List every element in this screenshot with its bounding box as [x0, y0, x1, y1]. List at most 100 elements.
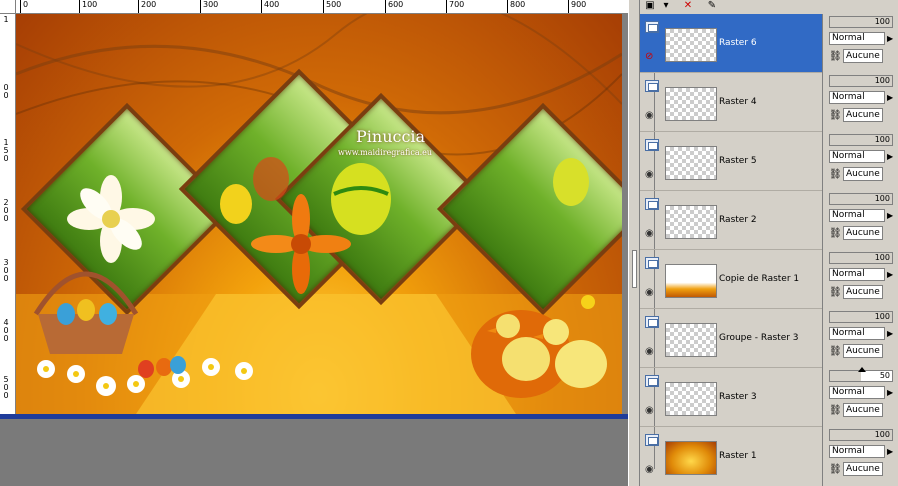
layer-properties-column: 100 Normal ▶ ⛓ Aucune 100 Normal ▶ ⛓ Auc…: [822, 14, 898, 486]
blend-arrow-icon[interactable]: ▶: [887, 447, 893, 456]
blend-mode-select[interactable]: Normal: [829, 209, 885, 222]
layer-name: Raster 3: [719, 392, 757, 402]
ruler-corner: [0, 0, 16, 14]
link-icon[interactable]: ⛓: [829, 51, 842, 63]
link-icon[interactable]: ⛓: [829, 464, 842, 476]
link-icon[interactable]: ⛓: [829, 228, 842, 240]
link-icon[interactable]: ⛓: [829, 287, 842, 299]
opacity-slider[interactable]: 100: [829, 75, 893, 87]
opacity-value: 50: [879, 371, 890, 380]
blend-mode-select[interactable]: Normal: [829, 386, 885, 399]
blend-arrow-icon[interactable]: ▶: [887, 211, 893, 220]
layers-toolbar: ▣ ▾ ✕ ✎: [640, 0, 822, 14]
layer-thumbnail: [665, 382, 717, 416]
splitter-grip[interactable]: [632, 250, 637, 288]
new-layer-icon[interactable]: ▣: [642, 0, 658, 12]
layer-name: Raster 4: [719, 97, 757, 107]
opacity-slider[interactable]: 50: [829, 367, 893, 382]
opacity-slider[interactable]: 100: [829, 193, 893, 205]
blend-mode-select[interactable]: Normal: [829, 91, 885, 104]
ruler-tick: 600: [385, 0, 403, 13]
layer-row-copie-de-raster-1[interactable]: ◉ Copie de Raster 1: [640, 250, 822, 309]
link-icon[interactable]: ⛓: [829, 346, 842, 358]
opacity-slider[interactable]: 100: [829, 252, 893, 264]
layer-name: Copie de Raster 1: [719, 274, 800, 284]
blend-arrow-icon[interactable]: ▶: [887, 388, 893, 397]
layer-name: Raster 1: [719, 451, 757, 461]
blend-mode-select[interactable]: Normal: [829, 445, 885, 458]
mask-field[interactable]: Aucune: [843, 285, 883, 299]
eye-icon[interactable]: ◉: [645, 406, 659, 416]
layer-icon: [645, 139, 659, 151]
white-flower: [67, 175, 155, 263]
eye-icon[interactable]: ◉: [645, 347, 659, 357]
opacity-slider[interactable]: 100: [829, 311, 893, 323]
eye-icon[interactable]: ◉: [645, 465, 659, 475]
link-icon[interactable]: ⛓: [829, 110, 842, 122]
ruler-tick: 100: [79, 0, 97, 13]
ruler-tick: 200: [138, 0, 156, 13]
blend-mode-select[interactable]: Normal: [829, 268, 885, 281]
ruler-tick: 1: [3, 15, 9, 24]
blend-arrow-icon[interactable]: ▶: [887, 329, 893, 338]
layer-name: Raster 5: [719, 156, 757, 166]
layer-name: Raster 2: [719, 215, 757, 225]
opacity-slider[interactable]: 100: [829, 16, 893, 28]
opacity-value: 100: [874, 253, 890, 262]
blend-mode-select[interactable]: Normal: [829, 327, 885, 340]
watermark-url: www.maidiregrafica.eu: [338, 148, 433, 157]
mask-field[interactable]: Aucune: [843, 167, 883, 181]
blend-arrow-icon[interactable]: ▶: [887, 152, 893, 161]
mask-field[interactable]: Aucune: [843, 344, 883, 358]
blend-arrow-icon[interactable]: ▶: [887, 34, 893, 43]
blend-mode-select[interactable]: Normal: [829, 32, 885, 45]
layer-properties-row: 50 Normal ▶ ⛓ Aucune: [823, 367, 898, 427]
ruler-tick: 0 0: [3, 83, 9, 100]
eye-icon[interactable]: ◉: [645, 170, 659, 180]
opacity-slider[interactable]: 100: [829, 134, 893, 146]
layer-row-raster-2[interactable]: ◉ Raster 2: [640, 191, 822, 250]
image-canvas[interactable]: Pinuccia www.maidiregrafica.eu: [16, 14, 622, 414]
layer-properties-row: 100 Normal ▶ ⛓ Aucune: [823, 73, 898, 132]
mask-field[interactable]: Aucune: [843, 226, 883, 240]
eye-icon[interactable]: ◉: [645, 111, 659, 121]
layer-row-raster-5[interactable]: ◉ Raster 5: [640, 132, 822, 191]
layer-row-groupe-raster-3[interactable]: ◉ Groupe - Raster 3: [640, 309, 822, 368]
eye-icon[interactable]: ◉: [645, 229, 659, 239]
opacity-value: 100: [874, 17, 890, 26]
link-icon[interactable]: ⛓: [829, 169, 842, 181]
opacity-value: 100: [874, 312, 890, 321]
properties-icon[interactable]: ✎: [704, 0, 720, 12]
eye-hidden-icon[interactable]: ⊘: [645, 52, 659, 62]
blend-arrow-icon[interactable]: ▶: [887, 270, 893, 279]
canvas-workspace[interactable]: 0 100 200 300 400 500 600 700 800 900 1 …: [0, 0, 628, 486]
opacity-value: 100: [874, 76, 890, 85]
ruler-tick: 3 0 0: [3, 258, 9, 283]
opacity-slider[interactable]: 100: [829, 429, 893, 441]
delete-layer-icon[interactable]: ✕: [680, 0, 696, 12]
layer-row-raster-6[interactable]: ⊘ Raster 6: [640, 14, 822, 73]
blend-mode-select[interactable]: Normal: [829, 150, 885, 163]
mask-field[interactable]: Aucune: [843, 49, 883, 63]
layer-row-raster-1[interactable]: ◉ Raster 1: [640, 427, 822, 486]
panel-splitter[interactable]: [628, 0, 640, 486]
layer-name: Raster 6: [719, 38, 757, 48]
ruler-tick: 400: [261, 0, 279, 13]
layer-row-raster-3[interactable]: ◉ Raster 3: [640, 368, 822, 427]
dropdown-arrow-icon[interactable]: ▾: [658, 0, 674, 12]
opacity-value: 100: [874, 194, 890, 203]
layer-properties-row: 100 Normal ▶ ⛓ Aucune: [823, 427, 898, 486]
mask-field[interactable]: Aucune: [843, 108, 883, 122]
layer-properties-row: 100 Normal ▶ ⛓ Aucune: [823, 309, 898, 368]
layer-properties-row: 100 Normal ▶ ⛓ Aucune: [823, 191, 898, 250]
eye-icon[interactable]: ◉: [645, 288, 659, 298]
link-icon[interactable]: ⛓: [829, 405, 842, 417]
mask-field[interactable]: Aucune: [843, 462, 883, 476]
mask-field[interactable]: Aucune: [843, 403, 883, 417]
ruler-tick: 300: [200, 0, 218, 13]
ruler-horizontal: 0 100 200 300 400 500 600 700 800 900: [16, 0, 628, 14]
layer-row-raster-4[interactable]: ◉ Raster 4: [640, 73, 822, 132]
layer-icon: [645, 198, 659, 210]
blend-arrow-icon[interactable]: ▶: [887, 93, 893, 102]
layer-thumbnail: [665, 28, 717, 62]
